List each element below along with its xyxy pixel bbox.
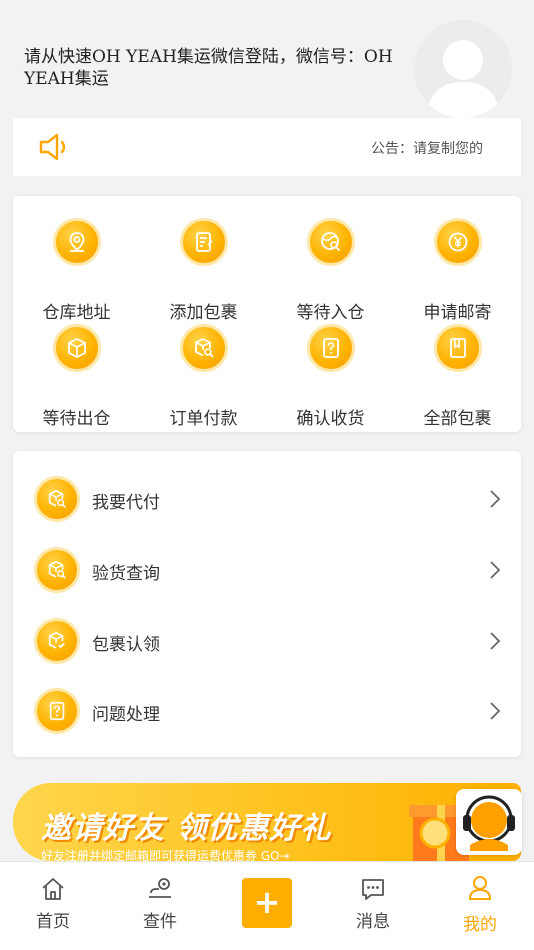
list-label: 包裹认领 [92, 635, 160, 655]
welcome-text: 请从快速OH YEAH集运微信登陆，微信号：OH YEAH集运 [24, 47, 393, 89]
user-silhouette-icon [426, 40, 500, 118]
grid-label: 全部包裹 [423, 409, 492, 429]
grid-item-awaiting-outbound[interactable]: 等待出仓 [13, 324, 140, 429]
customer-service-icon [463, 795, 515, 851]
list-label: 验货查询 [92, 564, 160, 584]
grid-item-add-package[interactable]: 添加包裹 [140, 218, 267, 323]
tab-home[interactable]: 首页 [0, 862, 106, 950]
add-button[interactable]: + [242, 878, 292, 928]
box-check-icon [48, 632, 65, 649]
user-icon [469, 876, 491, 900]
globe-search-icon [321, 232, 341, 252]
grid-item-warehouse-address[interactable]: 仓库地址 [13, 218, 140, 323]
list-label: 问题处理 [92, 705, 160, 725]
box-search-icon [195, 338, 214, 358]
chevron-right-icon [490, 632, 501, 650]
grid-label: 添加包裹 [169, 303, 238, 323]
box-search-icon [48, 490, 66, 508]
grid-label: 确认收货 [296, 409, 365, 429]
box-icon [68, 338, 86, 358]
home-icon [42, 878, 64, 900]
banner-title: 邀请好友 领优惠好礼 [41, 811, 332, 846]
tab-label: 查件 [143, 912, 177, 932]
tab-track[interactable]: 查件 [107, 862, 213, 950]
notice-text: 公告：请复制您的 [371, 141, 483, 157]
box-search-icon [48, 561, 66, 579]
invite-banner[interactable]: 邀请好友 领优惠好礼 好友注册并绑定邮箱即可获得运费优惠券 GO→ [13, 783, 521, 861]
service-list: 我要代付 验货查询 包裹认领 问题处理 [13, 451, 521, 757]
bottom-tab-bar: 首页 查件 + 消息 我的 [0, 861, 534, 950]
yuan-icon [448, 232, 468, 252]
grid-label: 订单付款 [169, 409, 238, 429]
header: 请从快速OH YEAH集运微信登陆，微信号：OH YEAH集运 [0, 0, 534, 118]
list-item-inspection-query[interactable]: 验货查询 [13, 535, 521, 605]
track-icon [149, 878, 171, 898]
grid-label: 等待出仓 [42, 409, 111, 429]
grid-item-all-packages[interactable]: 全部包裹 [394, 324, 521, 429]
tab-label: 消息 [356, 912, 390, 932]
chevron-right-icon [490, 561, 501, 579]
function-grid: 仓库地址 添加包裹 等待入仓 申请邮寄 等待出仓 订单付款 确认收货 全部包裹 [13, 196, 521, 432]
list-item-issue-handling[interactable]: 问题处理 [13, 676, 521, 746]
tab-messages[interactable]: 消息 [320, 862, 426, 950]
tab-label: 我的 [463, 915, 497, 935]
list-label: 我要代付 [92, 493, 160, 513]
grid-label: 申请邮寄 [423, 303, 492, 323]
list-item-package-claim[interactable]: 包裹认领 [13, 606, 521, 676]
tab-label: 首页 [36, 912, 70, 932]
question-doc-icon [323, 338, 339, 358]
list-item-proxy-payment[interactable]: 我要代付 [13, 464, 521, 534]
customer-service-button[interactable] [456, 789, 522, 855]
plus-icon: + [253, 883, 281, 921]
grid-item-confirm-receipt[interactable]: 确认收货 [267, 324, 394, 429]
grid-item-order-payment[interactable]: 订单付款 [140, 324, 267, 429]
grid-item-apply-shipping[interactable]: 申请邮寄 [394, 218, 521, 323]
location-icon [69, 232, 85, 252]
grid-label: 等待入仓 [296, 303, 365, 323]
grid-label: 仓库地址 [42, 303, 111, 323]
question-doc-icon [49, 701, 65, 721]
tab-profile[interactable]: 我的 [427, 862, 533, 950]
banner-subtitle: 好友注册并绑定邮箱即可获得运费优惠券 GO→ [41, 849, 290, 861]
speaker-icon [39, 133, 66, 161]
book-icon [450, 338, 466, 358]
chevron-right-icon [490, 490, 501, 508]
chevron-right-icon [490, 702, 501, 720]
avatar[interactable] [414, 20, 512, 118]
notice-bar[interactable]: 公告：请复制您的 [13, 118, 521, 176]
message-icon [362, 879, 384, 900]
grid-item-awaiting-inbound[interactable]: 等待入仓 [267, 218, 394, 323]
edit-doc-icon [196, 232, 213, 252]
